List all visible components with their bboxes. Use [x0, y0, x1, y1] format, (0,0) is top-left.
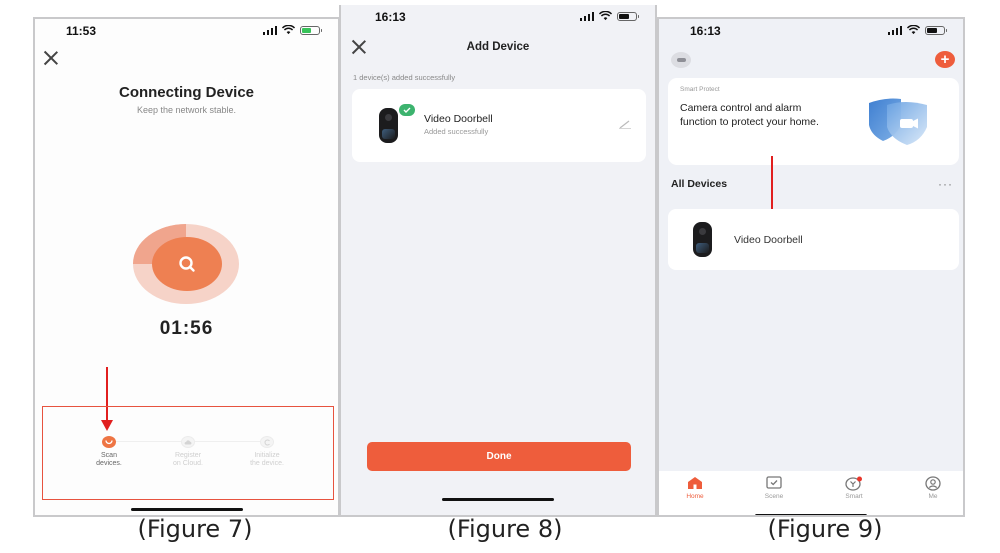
cellular-signal-icon: [262, 25, 277, 35]
all-devices-heading: All Devices: [671, 178, 728, 190]
cellular-signal-icon: [887, 25, 902, 35]
step-scan-devices: Scan devices.: [74, 436, 144, 468]
figure-9-home-screen: 16:13 + Smart Protect Camera control and…: [657, 17, 965, 517]
step-label-line2: devices.: [96, 460, 122, 467]
device-name: Video Doorbell: [734, 234, 803, 246]
annotation-arrow: [766, 156, 778, 224]
tab-home[interactable]: Home: [665, 475, 725, 500]
add-device-button[interactable]: +: [935, 51, 955, 68]
more-options-button[interactable]: ···: [938, 177, 953, 191]
page-title: Add Device: [466, 41, 530, 53]
cellular-signal-icon: [579, 11, 594, 21]
tab-label: Smart: [845, 493, 863, 500]
doorbell-device-image: [379, 108, 398, 143]
status-time: 16:13: [375, 10, 406, 24]
scene-icon: [744, 475, 804, 491]
device-name: Video Doorbell: [424, 113, 493, 125]
step-initialize-device: Initialize the device.: [232, 436, 302, 468]
done-button[interactable]: Done: [367, 442, 631, 471]
step-label-line1: Scan: [101, 452, 117, 459]
close-icon[interactable]: [43, 50, 59, 66]
search-icon: [179, 256, 195, 272]
device-list-item[interactable]: Video Doorbell: [668, 209, 959, 270]
step-label-line2: the device.: [250, 460, 284, 467]
page-subtitle: Keep the network stable.: [136, 105, 237, 115]
edit-pencil-icon[interactable]: [618, 119, 632, 129]
profile-icon: [903, 475, 963, 491]
success-check-icon: [399, 104, 415, 116]
figure-9-caption: (Figure 9): [767, 515, 883, 543]
step-label-line1: Register: [174, 452, 202, 459]
status-bar: 16:13: [659, 19, 963, 47]
countdown-timer: 01:56: [159, 318, 214, 339]
wifi-icon: [907, 25, 920, 35]
home-switcher-icon[interactable]: [671, 52, 691, 68]
smart-icon: [824, 475, 884, 491]
tab-smart[interactable]: Smart: [824, 475, 884, 500]
wifi-icon: [282, 25, 295, 35]
home-indicator: [130, 507, 243, 511]
step-label-line2: on Cloud.: [173, 460, 203, 467]
figure-7-connecting-device-screen: 11:53 Connecting Device Keep the network…: [33, 17, 340, 517]
tab-label: Home: [686, 493, 704, 500]
home-indicator: [442, 497, 554, 501]
bottom-tab-bar: Home Scene Smart Me: [659, 471, 963, 515]
figure-8-caption: (Figure 8): [447, 515, 563, 543]
tab-scene[interactable]: Scene: [744, 475, 804, 500]
page-title: Connecting Device: [118, 84, 255, 101]
step-register-cloud: Register on Cloud.: [153, 436, 223, 468]
promo-tag: Smart Protect: [680, 86, 720, 93]
scan-step-icon: [102, 436, 116, 448]
status-time: 16:13: [690, 24, 721, 38]
battery-charging-icon: [300, 25, 322, 35]
battery-icon: [925, 25, 947, 35]
figure-8-add-device-screen: 16:13 Add Device 1 device(s) added succe…: [339, 5, 657, 517]
step-label-line1: Initialize: [254, 452, 280, 459]
added-device-card[interactable]: Video Doorbell Added successfully: [352, 89, 646, 162]
doorbell-device-image: [693, 222, 712, 257]
wifi-icon: [599, 11, 612, 21]
status-bar: 11:53: [35, 19, 338, 47]
battery-icon: [617, 11, 639, 21]
device-status: Added successfully: [424, 127, 489, 136]
tab-label: Me: [928, 493, 938, 500]
home-icon: [665, 475, 725, 491]
added-count-note: 1 device(s) added successfully: [353, 73, 456, 82]
annotation-highlight-box: Scan devices. Register on Cloud. Initializ…: [42, 406, 334, 500]
figure-7-caption: (Figure 7): [137, 515, 253, 543]
promo-message: Camera control and alarm function to pro…: [680, 102, 819, 128]
tab-me[interactable]: Me: [903, 475, 963, 500]
status-time: 11:53: [66, 24, 97, 38]
camera-shield-icon: [869, 98, 927, 145]
smart-protect-card[interactable]: Smart Protect Camera control and alarm f…: [668, 78, 959, 165]
tab-label: Scene: [764, 493, 784, 500]
scan-button: [152, 237, 222, 291]
cloud-icon: [181, 436, 195, 448]
status-bar: 16:13: [341, 5, 655, 33]
initialize-icon: [260, 436, 274, 448]
